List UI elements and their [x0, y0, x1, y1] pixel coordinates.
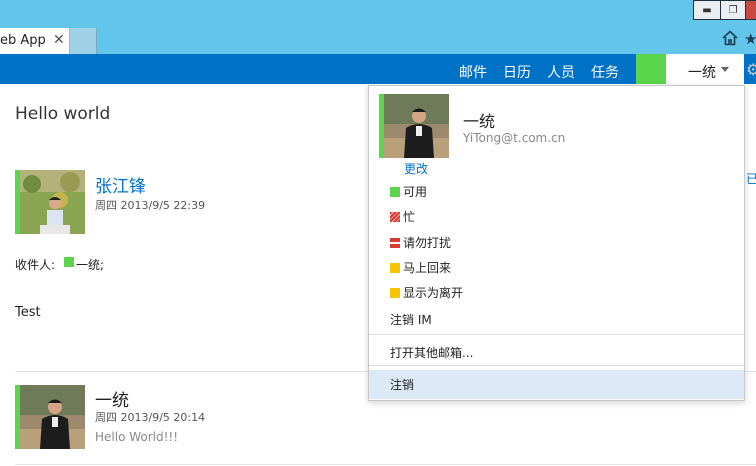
- nav-calendar[interactable]: 日历: [503, 62, 531, 82]
- sign-out-im[interactable]: 注销 IM: [390, 311, 432, 328]
- recipient-presence: [64, 257, 74, 267]
- status-available[interactable]: 可用: [390, 183, 427, 200]
- sender-avatar[interactable]: [20, 170, 85, 234]
- chevron-down-icon[interactable]: [721, 67, 729, 72]
- conversation-title: Hello world: [15, 104, 111, 124]
- busy-icon: [390, 211, 400, 222]
- home-icon[interactable]: [722, 30, 738, 46]
- status-do-not-disturb[interactable]: 请勿打扰: [390, 234, 451, 251]
- header-user-name[interactable]: 一统: [688, 62, 716, 82]
- browser-tab[interactable]: eb App ✕: [0, 28, 70, 54]
- gear-icon[interactable]: ⚙: [746, 60, 756, 79]
- favorites-star-icon[interactable]: ★: [744, 30, 756, 48]
- message-preview: Hello World!!!: [95, 430, 179, 444]
- do-not-disturb-icon: [390, 237, 400, 248]
- sign-out[interactable]: 注销: [390, 376, 414, 393]
- maximize-icon: ❐: [728, 4, 738, 16]
- minimize-button[interactable]: ▬: [693, 0, 721, 20]
- user-avatar[interactable]: [384, 94, 449, 158]
- status-label: 马上回来: [403, 261, 452, 275]
- message-sender[interactable]: 张江锋: [95, 172, 146, 197]
- menu-divider: [369, 365, 744, 366]
- be-right-back-icon: [390, 262, 400, 273]
- menu-user-name: 一统: [463, 112, 496, 131]
- message-time: 周四 2013/9/5 22:39: [95, 199, 206, 212]
- status-label: 可用: [403, 185, 428, 199]
- status-busy[interactable]: 忙: [390, 208, 415, 225]
- nav-mail[interactable]: 邮件: [459, 62, 487, 82]
- tab-close-icon[interactable]: ✕: [53, 32, 65, 48]
- menu-user-email: YiTong@t.com.cn: [463, 131, 566, 145]
- away-icon: [390, 287, 400, 298]
- menu-divider: [369, 334, 744, 335]
- status-be-right-back[interactable]: 马上回来: [390, 259, 451, 276]
- recipients-label: 收件人:: [15, 258, 56, 272]
- browser-titlebar: [0, 0, 756, 54]
- message-time: 周四 2013/9/5 20:14: [95, 411, 206, 424]
- available-icon: [390, 186, 400, 197]
- message-sender[interactable]: 一统: [95, 386, 129, 411]
- tab-title: eb App: [0, 33, 46, 48]
- open-other-mailbox[interactable]: 打开其他邮箱...: [390, 344, 473, 361]
- message-body: Test: [15, 305, 41, 320]
- presence-indicator: [636, 54, 666, 84]
- status-label: 忙: [403, 210, 416, 224]
- change-photo-link[interactable]: 更改: [404, 160, 428, 177]
- sign-out-highlight[interactable]: [369, 370, 744, 399]
- status-label: 显示为离开: [403, 286, 464, 300]
- truncated-link[interactable]: 已: [746, 170, 756, 187]
- sender-avatar[interactable]: [20, 385, 85, 449]
- close-window-button[interactable]: [745, 0, 756, 20]
- status-away[interactable]: 显示为离开: [390, 284, 463, 301]
- maximize-button[interactable]: ❐: [720, 0, 746, 20]
- recipient-name[interactable]: 一统;: [76, 256, 104, 273]
- message-divider: [15, 464, 756, 465]
- nav-people[interactable]: 人员: [547, 62, 575, 82]
- new-tab-button[interactable]: [70, 28, 97, 54]
- minimize-icon: ▬: [702, 4, 712, 16]
- status-label: 请勿打扰: [403, 236, 452, 250]
- nav-tasks[interactable]: 任务: [591, 62, 619, 82]
